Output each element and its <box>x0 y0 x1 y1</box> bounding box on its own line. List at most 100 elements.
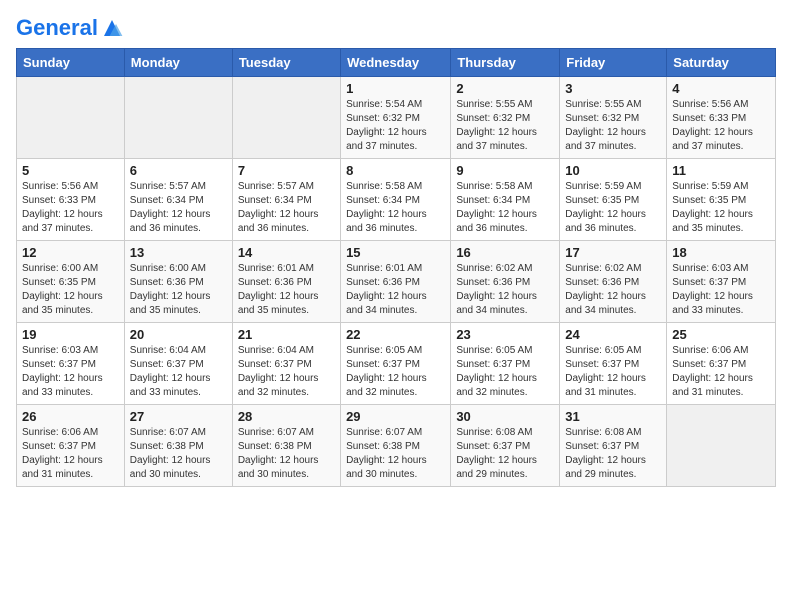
table-row: 7 Sunrise: 5:57 AMSunset: 6:34 PMDaylight… <box>232 159 340 241</box>
header: General <box>16 16 776 36</box>
day-info: Sunrise: 6:04 AMSunset: 6:37 PMDaylight:… <box>130 344 227 400</box>
day-info: Sunrise: 6:08 AMSunset: 6:37 PMDaylight:… <box>456 426 554 482</box>
calendar-week-row: 19Sunrise: 6:03 AMSunset: 6:37 PMDayligh… <box>17 323 776 405</box>
table-row: 9Sunrise: 5:58 AMSunset: 6:34 PMDaylight… <box>451 159 560 241</box>
day-info: Sunrise: 5:59 AMSunset: 6:35 PMDaylight:… <box>565 180 661 236</box>
table-row: 16Sunrise: 6:02 AMSunset: 6:36 PMDayligh… <box>451 241 560 323</box>
day-number: 19 <box>22 327 119 342</box>
calendar-week-row: 5 Sunrise: 5:56 AMSunset: 6:33 PMDaylight… <box>17 159 776 241</box>
day-number: 11 <box>672 163 770 178</box>
table-row: 31 Sunrise: 6:08 AMSunset: 6:37 PMDayligh… <box>560 405 667 487</box>
table-row: 14 Sunrise: 6:01 AMSunset: 6:36 PMDayligh… <box>232 241 340 323</box>
table-row: 10 Sunrise: 5:59 AMSunset: 6:35 PMDayligh… <box>560 159 667 241</box>
day-info: Sunrise: 5:55 AMSunset: 6:32 PMDaylight:… <box>565 98 661 154</box>
table-row: 6Sunrise: 5:57 AMSunset: 6:34 PMDaylight… <box>124 159 232 241</box>
calendar-table: Sunday Monday Tuesday Wednesday Thursday… <box>16 48 776 487</box>
day-number: 13 <box>130 245 227 260</box>
col-monday: Monday <box>124 49 232 77</box>
calendar-week-row: 12Sunrise: 6:00 AMSunset: 6:35 PMDayligh… <box>17 241 776 323</box>
day-info: Sunrise: 5:59 AMSunset: 6:35 PMDaylight:… <box>672 180 770 236</box>
day-number: 15 <box>346 245 445 260</box>
table-row: 19Sunrise: 6:03 AMSunset: 6:37 PMDayligh… <box>17 323 125 405</box>
day-number: 18 <box>672 245 770 260</box>
table-row: 21Sunrise: 6:04 AMSunset: 6:37 PMDayligh… <box>232 323 340 405</box>
page: General Sunday Monday Tuesday Wednes <box>0 0 792 503</box>
table-row: 28Sunrise: 6:07 AMSunset: 6:38 PMDayligh… <box>232 405 340 487</box>
day-info: Sunrise: 6:05 AMSunset: 6:37 PMDaylight:… <box>565 344 661 400</box>
day-number: 2 <box>456 81 554 96</box>
day-number: 27 <box>130 409 227 424</box>
day-info: Sunrise: 6:07 AMSunset: 6:38 PMDaylight:… <box>238 426 335 482</box>
table-row: 15 Sunrise: 6:01 AMSunset: 6:36 PMDayligh… <box>341 241 451 323</box>
day-number: 20 <box>130 327 227 342</box>
col-friday: Friday <box>560 49 667 77</box>
calendar-header-row: Sunday Monday Tuesday Wednesday Thursday… <box>17 49 776 77</box>
table-row: 12Sunrise: 6:00 AMSunset: 6:35 PMDayligh… <box>17 241 125 323</box>
table-row: 30 Sunrise: 6:08 AMSunset: 6:37 PMDayligh… <box>451 405 560 487</box>
table-row: 8 Sunrise: 5:58 AMSunset: 6:34 PMDaylight… <box>341 159 451 241</box>
day-info: Sunrise: 6:07 AMSunset: 6:38 PMDaylight:… <box>346 426 445 482</box>
day-info: Sunrise: 5:54 AMSunset: 6:32 PMDaylight:… <box>346 98 445 154</box>
table-row: 5 Sunrise: 5:56 AMSunset: 6:33 PMDaylight… <box>17 159 125 241</box>
calendar-week-row: 1Sunrise: 5:54 AMSunset: 6:32 PMDaylight… <box>17 77 776 159</box>
day-number: 22 <box>346 327 445 342</box>
day-number: 7 <box>238 163 335 178</box>
table-row <box>667 405 776 487</box>
day-info: Sunrise: 6:08 AMSunset: 6:37 PMDaylight:… <box>565 426 661 482</box>
table-row: 27 Sunrise: 6:07 AMSunset: 6:38 PMDayligh… <box>124 405 232 487</box>
day-info: Sunrise: 6:05 AMSunset: 6:37 PMDaylight:… <box>346 344 445 400</box>
day-info: Sunrise: 5:55 AMSunset: 6:32 PMDaylight:… <box>456 98 554 154</box>
day-number: 10 <box>565 163 661 178</box>
table-row: 2 Sunrise: 5:55 AMSunset: 6:32 PMDaylight… <box>451 77 560 159</box>
day-info: Sunrise: 5:56 AMSunset: 6:33 PMDaylight:… <box>22 180 119 236</box>
calendar-body: 1Sunrise: 5:54 AMSunset: 6:32 PMDaylight… <box>17 77 776 487</box>
logo: General <box>16 16 124 36</box>
day-number: 17 <box>565 245 661 260</box>
day-number: 24 <box>565 327 661 342</box>
day-number: 4 <box>672 81 770 96</box>
day-info: Sunrise: 6:01 AMSunset: 6:36 PMDaylight:… <box>346 262 445 318</box>
day-number: 29 <box>346 409 445 424</box>
table-row: 26 Sunrise: 6:06 AMSunset: 6:37 PMDayligh… <box>17 405 125 487</box>
day-number: 25 <box>672 327 770 342</box>
day-number: 12 <box>22 245 119 260</box>
day-number: 23 <box>456 327 554 342</box>
day-info: Sunrise: 6:06 AMSunset: 6:37 PMDaylight:… <box>22 426 119 482</box>
day-number: 5 <box>22 163 119 178</box>
table-row: 1Sunrise: 5:54 AMSunset: 6:32 PMDaylight… <box>341 77 451 159</box>
logo-icon <box>100 16 124 40</box>
table-row <box>124 77 232 159</box>
table-row: 11 Sunrise: 5:59 AMSunset: 6:35 PMDayligh… <box>667 159 776 241</box>
day-number: 26 <box>22 409 119 424</box>
day-number: 6 <box>130 163 227 178</box>
table-row: 23 Sunrise: 6:05 AMSunset: 6:37 PMDayligh… <box>451 323 560 405</box>
col-tuesday: Tuesday <box>232 49 340 77</box>
day-number: 16 <box>456 245 554 260</box>
day-number: 30 <box>456 409 554 424</box>
day-info: Sunrise: 6:06 AMSunset: 6:37 PMDaylight:… <box>672 344 770 400</box>
col-sunday: Sunday <box>17 49 125 77</box>
table-row <box>17 77 125 159</box>
table-row: 13 Sunrise: 6:00 AMSunset: 6:36 PMDayligh… <box>124 241 232 323</box>
day-number: 8 <box>346 163 445 178</box>
day-number: 14 <box>238 245 335 260</box>
table-row: 17 Sunrise: 6:02 AMSunset: 6:36 PMDayligh… <box>560 241 667 323</box>
day-info: Sunrise: 6:07 AMSunset: 6:38 PMDaylight:… <box>130 426 227 482</box>
day-number: 31 <box>565 409 661 424</box>
day-info: Sunrise: 5:58 AMSunset: 6:34 PMDaylight:… <box>346 180 445 236</box>
calendar-week-row: 26 Sunrise: 6:06 AMSunset: 6:37 PMDayligh… <box>17 405 776 487</box>
table-row: 18 Sunrise: 6:03 AMSunset: 6:37 PMDayligh… <box>667 241 776 323</box>
day-info: Sunrise: 6:00 AMSunset: 6:36 PMDaylight:… <box>130 262 227 318</box>
day-info: Sunrise: 6:03 AMSunset: 6:37 PMDaylight:… <box>672 262 770 318</box>
day-info: Sunrise: 5:57 AMSunset: 6:34 PMDaylight:… <box>238 180 335 236</box>
col-saturday: Saturday <box>667 49 776 77</box>
day-number: 3 <box>565 81 661 96</box>
day-info: Sunrise: 6:02 AMSunset: 6:36 PMDaylight:… <box>565 262 661 318</box>
table-row: 3 Sunrise: 5:55 AMSunset: 6:32 PMDaylight… <box>560 77 667 159</box>
day-info: Sunrise: 6:05 AMSunset: 6:37 PMDaylight:… <box>456 344 554 400</box>
day-number: 9 <box>456 163 554 178</box>
table-row: 22 Sunrise: 6:05 AMSunset: 6:37 PMDayligh… <box>341 323 451 405</box>
day-info: Sunrise: 6:01 AMSunset: 6:36 PMDaylight:… <box>238 262 335 318</box>
col-thursday: Thursday <box>451 49 560 77</box>
col-wednesday: Wednesday <box>341 49 451 77</box>
